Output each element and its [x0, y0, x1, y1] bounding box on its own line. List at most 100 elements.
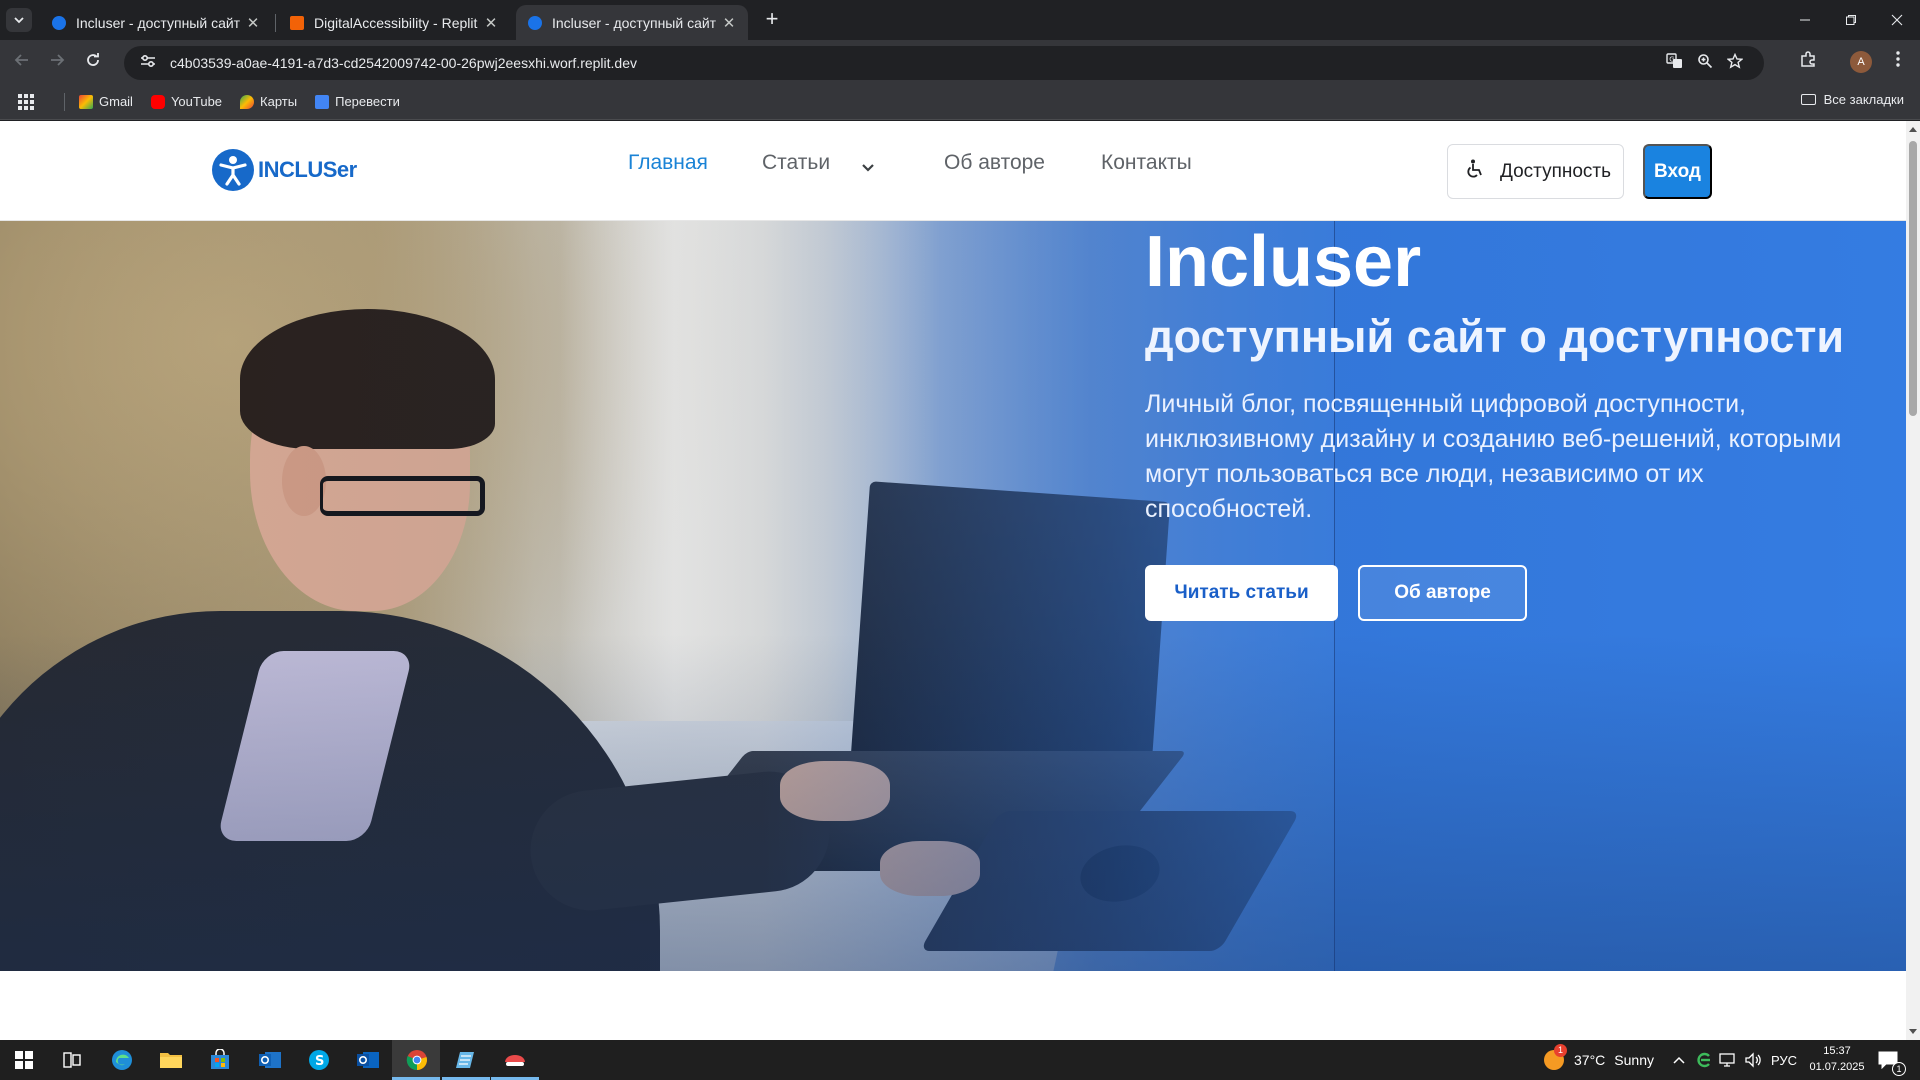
taskbar-clock[interactable]: 15:37 01.07.2025	[1806, 1043, 1868, 1075]
folder-icon	[160, 1053, 182, 1068]
hero-subtitle: доступный сайт о доступности	[1145, 311, 1845, 362]
about-author-button[interactable]: Об авторе	[1358, 565, 1527, 621]
extensions-button[interactable]	[1794, 50, 1822, 74]
browser-menu-button[interactable]	[1884, 50, 1912, 74]
windows-taskbar: S 1 37°C Sunny РУС 15:37 01.07.2025 1	[0, 1040, 1920, 1080]
close-icon[interactable]: ✕	[244, 14, 262, 32]
chevron-down-icon[interactable]	[861, 161, 875, 179]
bookmark-label: Gmail	[99, 94, 133, 109]
close-window-button[interactable]	[1874, 0, 1920, 40]
puzzle-icon	[1801, 51, 1815, 67]
incluser-favicon-icon	[528, 15, 542, 30]
svg-text:G: G	[1669, 55, 1674, 63]
bookmark-translate[interactable]: Перевести	[315, 94, 400, 109]
wheelchair-icon	[1466, 159, 1484, 184]
new-tab-button[interactable]: +	[758, 8, 786, 32]
reload-icon	[87, 53, 99, 66]
bookmark-label: Карты	[260, 94, 298, 109]
nav-articles[interactable]: Статьи	[762, 151, 830, 175]
outlook-taskbar-button[interactable]	[354, 1046, 382, 1074]
clock-date: 01.07.2025	[1809, 1061, 1865, 1073]
scroll-up-icon[interactable]	[1909, 127, 1917, 132]
page-scrollbar[interactable]	[1906, 121, 1920, 1040]
show-hidden-icons-button[interactable]	[1672, 1040, 1686, 1080]
tab-separator	[275, 14, 276, 32]
profile-avatar[interactable]: A	[1850, 51, 1872, 73]
maps-icon	[240, 94, 255, 109]
close-icon[interactable]: ✕	[482, 14, 500, 32]
svg-text:S: S	[315, 1054, 324, 1069]
start-button[interactable]	[10, 1046, 38, 1074]
page-viewport: INCLUSer Главная Статьи Об авторе Контак…	[0, 121, 1906, 1040]
weather-temp: 37°C	[1574, 1052, 1606, 1068]
bookmark-maps[interactable]: Карты	[240, 94, 297, 109]
mail-taskbar-button[interactable]	[256, 1046, 284, 1074]
notifications-button[interactable]: 1	[1878, 1040, 1906, 1080]
youtube-icon	[150, 94, 165, 109]
chevron-down-icon	[14, 17, 24, 24]
all-bookmarks-button[interactable]: Все закладки	[1800, 92, 1904, 107]
arrow-left-icon	[14, 54, 28, 66]
language-indicator[interactable]: РУС	[1771, 1040, 1797, 1080]
weather-badge: 1	[1554, 1044, 1567, 1057]
zoom-icon[interactable]	[1690, 53, 1720, 73]
skype-taskbar-button[interactable]: S	[305, 1046, 333, 1074]
volume-icon[interactable]	[1744, 1040, 1762, 1080]
bookmark-star-icon[interactable]	[1720, 52, 1750, 73]
chrome-taskbar-button[interactable]	[403, 1046, 431, 1074]
bookmark-youtube[interactable]: YouTube	[150, 94, 222, 109]
file-explorer-taskbar-button[interactable]	[157, 1046, 185, 1074]
chrome-icon	[406, 1050, 427, 1071]
tab-title: Incluser - доступный сайт о до	[76, 14, 244, 31]
site-logo[interactable]: INCLUSer	[212, 149, 357, 191]
task-view-button[interactable]	[58, 1046, 86, 1074]
notepad-taskbar-button[interactable]	[452, 1046, 480, 1074]
minimize-button[interactable]	[1782, 0, 1828, 40]
close-icon[interactable]: ✕	[720, 14, 738, 32]
scroll-down-icon[interactable]	[1909, 1029, 1917, 1034]
tab-search-button[interactable]	[6, 8, 32, 32]
tab-incluser-1[interactable]: Incluser - доступный сайт о до ✕	[40, 5, 272, 40]
nav-about[interactable]: Об авторе	[944, 151, 1045, 175]
tray-app-icon[interactable]	[1696, 1040, 1712, 1080]
forward-button[interactable]	[45, 50, 69, 74]
edge-taskbar-button[interactable]	[108, 1046, 136, 1074]
scrollbar-thumb[interactable]	[1909, 141, 1917, 416]
skype-icon: S	[309, 1050, 329, 1070]
outlook-icon	[357, 1052, 379, 1068]
tab-replit[interactable]: DigitalAccessibility - Replit ✕	[278, 5, 510, 40]
incluser-favicon-icon	[52, 15, 66, 30]
tab-strip: Incluser - доступный сайт о до ✕ Digital…	[0, 0, 1920, 40]
bookmarks-separator	[64, 92, 65, 111]
sun-icon: 1	[1544, 1044, 1567, 1070]
app-taskbar-button[interactable]	[501, 1046, 529, 1074]
read-articles-button[interactable]: Читать статьи	[1145, 565, 1338, 621]
browser-toolbar: c4b03539-a0ae-4191-a7d3-cd2542009742-00-…	[0, 40, 1920, 84]
bookmark-label: Перевести	[335, 94, 400, 109]
back-button[interactable]	[10, 50, 34, 74]
store-icon	[211, 1049, 229, 1069]
site-header: INCLUSer Главная Статьи Об авторе Контак…	[0, 121, 1906, 221]
weather-widget[interactable]: 1 37°C Sunny	[1544, 1040, 1654, 1080]
outlook-icon	[259, 1052, 281, 1068]
address-bar[interactable]: c4b03539-a0ae-4191-a7d3-cd2542009742-00-…	[124, 46, 1764, 80]
site-info-icon[interactable]	[138, 53, 158, 73]
tab-incluser-active[interactable]: Incluser - доступный сайт о до ✕	[516, 5, 748, 40]
restore-button[interactable]	[1828, 0, 1874, 40]
logo-text: INCLUSer	[258, 157, 357, 182]
windows-logo-icon	[15, 1051, 33, 1069]
url-text[interactable]: c4b03539-a0ae-4191-a7d3-cd2542009742-00-…	[170, 55, 1660, 71]
arrow-right-icon	[51, 54, 65, 66]
translate-icon[interactable]: G	[1660, 52, 1690, 74]
network-icon[interactable]	[1718, 1040, 1736, 1080]
weather-text: Sunny	[1614, 1052, 1654, 1068]
nav-contacts[interactable]: Контакты	[1101, 151, 1192, 175]
apps-grid-icon[interactable]	[18, 94, 34, 110]
edge-icon	[112, 1050, 132, 1070]
nav-home[interactable]: Главная	[628, 151, 708, 175]
accessibility-button[interactable]: Доступность	[1447, 144, 1624, 199]
store-taskbar-button[interactable]	[206, 1046, 234, 1074]
reload-button[interactable]	[81, 50, 105, 74]
bookmark-gmail[interactable]: Gmail	[79, 94, 133, 109]
login-button[interactable]: Вход	[1643, 144, 1712, 199]
